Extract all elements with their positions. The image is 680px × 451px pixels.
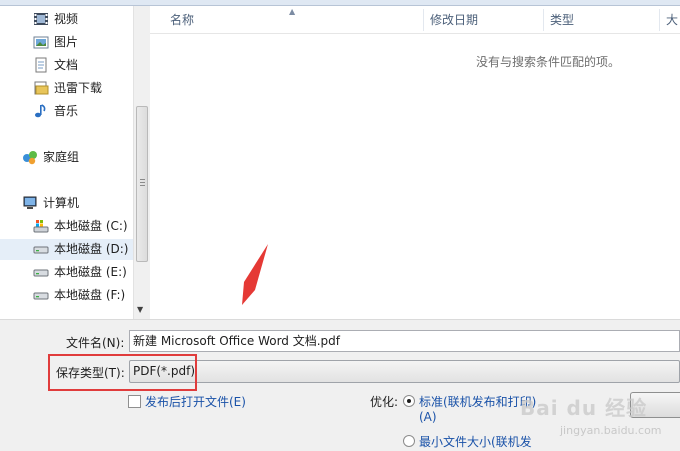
nav-item-label: 本地磁盘 (D:) [54,242,129,256]
minimum-size-option-label[interactable]: 最小文件大小(联机发 [419,433,532,450]
nav-item-documents[interactable]: 文档 [0,55,133,76]
drive-icon [33,287,49,303]
nav-item-music[interactable]: 音乐 [0,101,133,122]
nav-item-videos[interactable]: 视频 [0,9,133,30]
document-library-icon [33,57,49,73]
column-date-modified[interactable]: 修改日期 [424,6,478,34]
standard-radio[interactable] [403,395,415,407]
optimize-label: 优化: [370,395,399,409]
nav-item-homegroup[interactable]: 家庭组 [0,147,133,168]
empty-results-message: 没有与搜索条件匹配的项。 [476,55,621,69]
standard-option-label[interactable]: 标准(联机发布和打印) [419,393,536,410]
scroll-down-arrow-icon[interactable]: ▼ [137,306,143,314]
nav-item-drive-d[interactable]: 本地磁盘 (D:) [0,239,133,260]
drive-icon [33,241,49,257]
nav-item-drive-f[interactable]: 本地磁盘 (F:) [0,285,133,306]
nav-item-label: 文档 [54,58,79,72]
music-library-icon [33,103,49,119]
picture-library-icon [33,34,49,50]
filetype-select[interactable]: PDF(*.pdf) [129,360,680,383]
nav-item-label: 计算机 [43,196,80,210]
system-drive-icon [33,218,49,234]
nav-item-pictures[interactable]: 图片 [0,32,133,53]
navigation-pane: 视频 图片 文档 迅雷下载 音乐 家庭组 计算机 本地磁盘 (C:) 本地磁盘 … [0,6,149,319]
scrollbar-thumb[interactable] [136,106,148,262]
column-type[interactable]: 类型 [544,6,574,34]
nav-item-computer[interactable]: 计算机 [0,193,133,214]
nav-item-xunlei-download[interactable]: 迅雷下载 [0,78,133,99]
highlight-box [48,354,197,391]
grip-icon [140,179,145,186]
nav-item-label: 图片 [54,35,79,49]
standard-option-access-key: (A) [419,410,437,424]
nav-item-label: 迅雷下载 [54,81,103,95]
nav-item-label: 本地磁盘 (E:) [54,265,127,279]
drive-icon [33,264,49,280]
file-list-pane[interactable]: ▲ 名称 修改日期 类型 大 没有与搜索条件匹配的项。 [150,6,680,319]
open-after-publish-label[interactable]: 发布后打开文件(E) [145,393,246,410]
watermark-logo: Bai du 经验 [520,396,648,420]
homegroup-icon [22,149,38,165]
filename-input[interactable]: 新建 Microsoft Office Word 文档.pdf [129,330,680,352]
watermark-url: jingyan.baidu.com [560,424,662,437]
nav-item-label: 本地磁盘 (C:) [54,219,128,233]
nav-item-drive-c[interactable]: 本地磁盘 (C:) [0,216,133,237]
radio-selected-dot [407,399,411,403]
sort-ascending-icon: ▲ [289,7,296,16]
column-size[interactable]: 大 [660,6,678,34]
column-header: ▲ 名称 修改日期 类型 大 [150,6,680,34]
nav-item-drive-e[interactable]: 本地磁盘 (E:) [0,262,133,283]
open-after-publish-checkbox[interactable] [128,395,141,408]
folder-icon [33,80,49,96]
computer-icon [22,195,38,211]
nav-scrollbar[interactable]: ▼ [133,6,149,319]
filename-label: 文件名(N): [66,336,125,350]
nav-item-label: 视频 [54,12,79,26]
nav-item-label: 本地磁盘 (F:) [54,288,126,302]
nav-item-label: 家庭组 [43,150,80,164]
minimum-size-radio[interactable] [403,435,415,447]
video-library-icon [33,11,49,27]
nav-item-label: 音乐 [54,104,79,118]
column-name[interactable]: 名称 [164,6,194,34]
